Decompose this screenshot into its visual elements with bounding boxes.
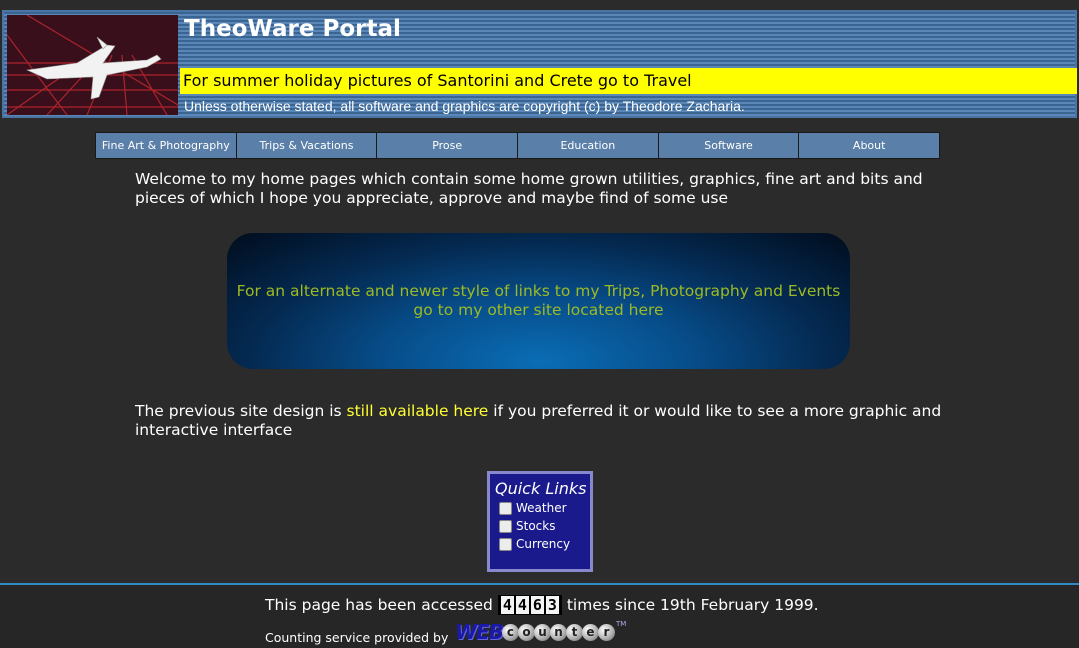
counting-service-text: Counting service provided by	[265, 630, 449, 645]
checkbox-icon[interactable]	[499, 537, 512, 551]
trademark-mark: TM	[615, 620, 627, 628]
counter-suffix: times since 19th February 1999.	[566, 596, 819, 614]
quick-links-panel: Quick Links Weather Stocks Currency	[487, 471, 593, 572]
webcounter-web-text: WEB	[455, 620, 504, 644]
counter-digit: 4	[500, 596, 514, 614]
webcounter-letter: c	[501, 623, 519, 641]
webcounter-letter: u	[533, 623, 551, 641]
travel-banner[interactable]: For summer holiday pictures of Santorini…	[180, 68, 1077, 94]
previous-site-prefix: The previous site design is	[135, 402, 347, 420]
webcounter-letter: r	[597, 623, 615, 641]
webcounter-letter: e	[581, 623, 599, 641]
nav-prose[interactable]: Prose	[377, 133, 519, 158]
nav-software[interactable]: Software	[658, 133, 800, 158]
quick-link-weather[interactable]: Weather	[495, 499, 590, 517]
nav-trips[interactable]: Trips & Vacations	[236, 133, 378, 158]
counter-digit: 4	[515, 596, 529, 614]
checkbox-icon[interactable]	[499, 501, 512, 515]
previous-site-text: The previous site design is still availa…	[135, 402, 955, 440]
site-title: TheoWare Portal	[184, 16, 401, 42]
webcounter-logo[interactable]: WEB c o u n t e r TM	[455, 620, 626, 644]
fighter-jet-logo[interactable]	[7, 15, 178, 115]
quick-link-stocks[interactable]: Stocks	[495, 517, 590, 535]
site-header: TheoWare Portal For summer holiday pictu…	[2, 10, 1077, 118]
alternate-site-link[interactable]: For an alternate and newer style of link…	[229, 282, 849, 320]
checkbox-icon[interactable]	[499, 519, 512, 533]
quick-link-currency[interactable]: Currency	[495, 535, 590, 553]
counter-digit: 6	[530, 596, 544, 614]
webcounter-letter: n	[549, 623, 567, 641]
quick-link-label: Currency	[516, 537, 571, 551]
counter-digit: 3	[545, 596, 559, 614]
nav-fine-art[interactable]: Fine Art & Photography	[96, 133, 237, 158]
welcome-text: Welcome to my home pages which contain s…	[135, 170, 923, 207]
previous-site-link[interactable]: still available here	[347, 402, 489, 420]
webcounter-letter: o	[517, 623, 535, 641]
webcounter-letter: t	[565, 623, 583, 641]
nav-about[interactable]: About	[799, 133, 940, 158]
counter-prefix: This page has been accessed	[265, 596, 493, 614]
quick-links-title: Quick Links	[495, 479, 587, 498]
alternate-site-panel[interactable]: For an alternate and newer style of link…	[227, 233, 850, 369]
hit-counter: 4 4 6 3	[497, 595, 562, 615]
nav-education[interactable]: Education	[518, 133, 659, 158]
hit-counter-line: This page has been accessed 4 4 6 3 time…	[265, 595, 819, 615]
main-nav: Fine Art & Photography Trips & Vacations…	[95, 132, 940, 159]
copyright-notice: Unless otherwise stated, all software an…	[184, 98, 745, 114]
quick-link-label: Weather	[516, 501, 567, 515]
quick-link-label: Stocks	[516, 519, 556, 533]
